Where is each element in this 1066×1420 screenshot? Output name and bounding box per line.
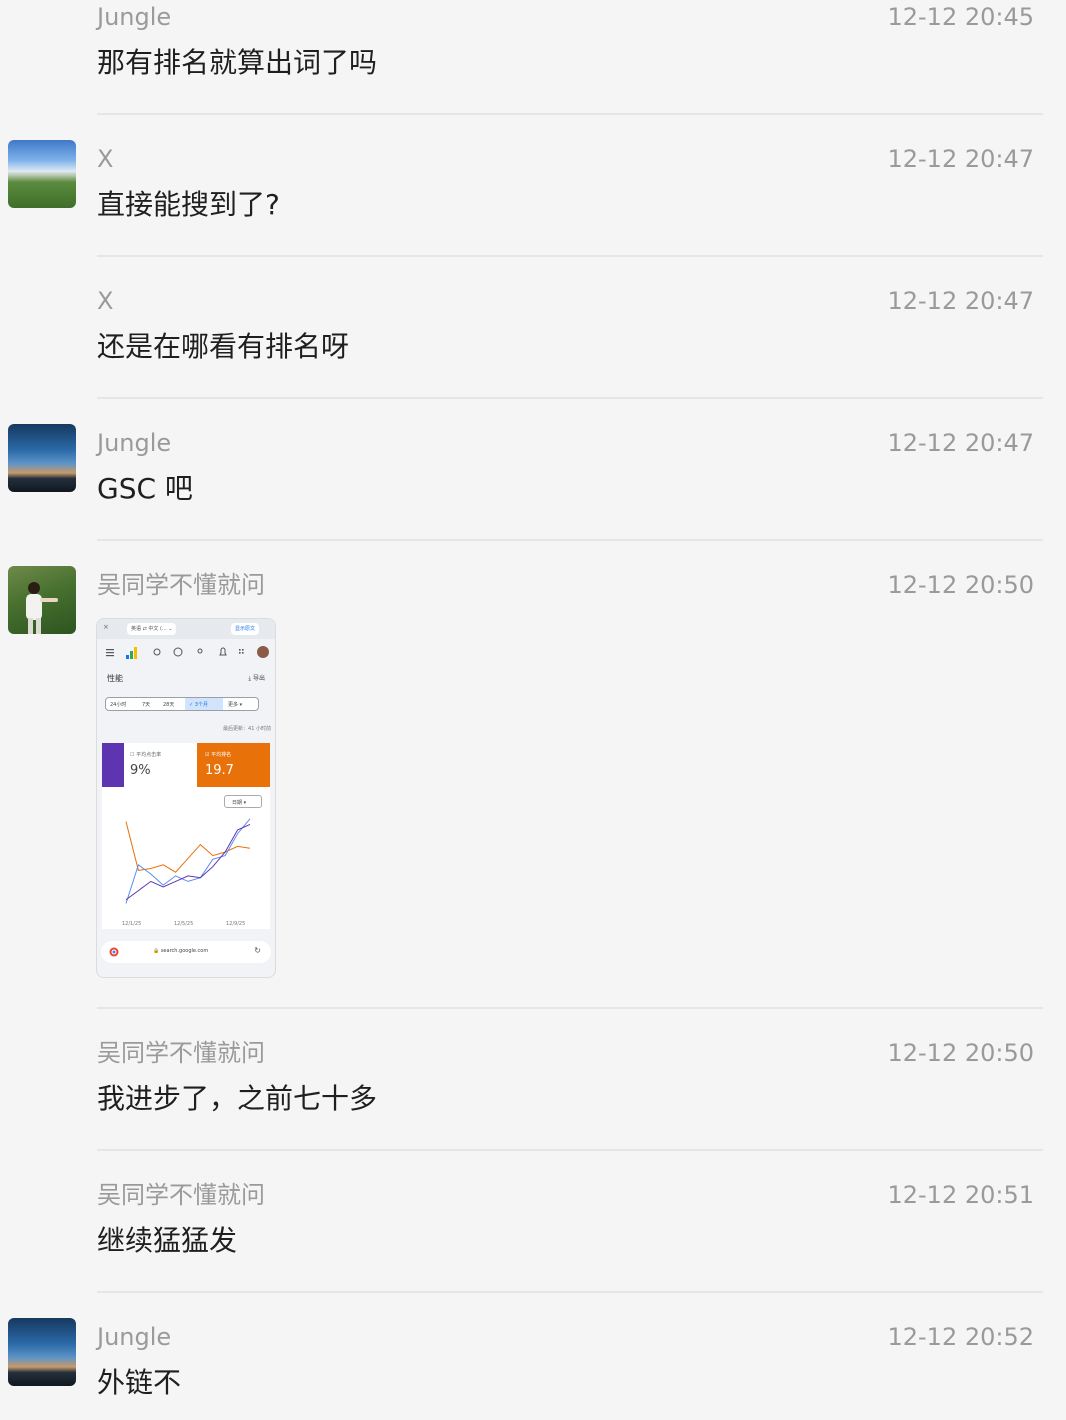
x-tick-label: 12/9/25 [226,921,245,927]
sender-name: 吴同学不懂就问 [97,1039,265,1067]
metric-card-ctr: ☐ 平均点击率 9% [102,743,196,787]
gsc-toolbar [97,641,275,665]
avatar[interactable] [8,1318,76,1386]
metric-color-bar [102,743,124,787]
sender-name: Jungle [97,3,172,31]
message-time: 12-12 20:47 [887,429,1034,457]
sender-name: Jungle [97,1323,172,1351]
search-icon [153,648,161,656]
divider [97,113,1043,115]
message-time: 12-12 20:45 [887,3,1034,31]
metric-card-position: ☑ 平均排名 19.7 [197,743,270,787]
divider [97,1291,1043,1293]
browser-tab-bar: × 英语 ⇄ 中文 (... ⌄ 显示原文 [97,619,275,639]
message-time: 12-12 20:50 [887,1039,1034,1067]
date-range-selector: 24小时 7天 28天 ✓ 3个月 更多 ▾ [105,697,259,711]
series-line-0 [125,821,251,873]
message-text: 我进步了，之前七十多 [97,1082,378,1115]
divider [97,255,1043,257]
range-7d: 7天 [142,702,151,708]
sender-name: Jungle [97,429,172,457]
message-time: 12-12 20:52 [887,1323,1034,1351]
x-tick-label: 12/1/25 [122,921,141,927]
last-updated: 最后更新：41 小时前 [223,726,271,732]
reload-icon: ↻ [254,946,261,955]
message-time: 12-12 20:51 [887,1181,1034,1209]
message-text: 还是在哪看有排名呀 [97,330,350,363]
download-icon: ⤓ [248,675,252,682]
range-more: 更多 ▾ [228,702,243,708]
show-original-button: 显示原文 [231,623,260,635]
chrome-logo-icon [109,947,119,957]
sender-name: 吴同学不懂就问 [97,571,265,599]
performance-chart: 12/1/25 12/5/25 12/9/25 [122,818,251,927]
bell-icon [219,647,227,656]
divider [97,539,1043,541]
sender-name: X [97,145,114,173]
users-icon [197,648,203,654]
close-icon: × [103,623,109,631]
divider [97,1007,1043,1009]
metric-label: ☑ 平均排名 [205,752,232,758]
message-text: 那有排名就算出词了吗 [97,46,378,79]
url-text: 🔒 search.google.com [153,948,209,954]
help-icon [173,647,183,657]
message-text: 直接能搜到了? [97,188,280,221]
message-text: GSC 吧 [97,472,193,505]
divider [97,397,1043,399]
message-text: 外链不 [97,1366,182,1399]
tab-language: 英语 ⇄ 中文 (... ⌄ [127,623,177,635]
metric-label: ☐ 平均点击率 [130,752,162,758]
gsc-logo-icon [126,647,137,659]
address-bar: 🔒 search.google.com ↻ [101,941,271,963]
page-title: 性能 [107,674,123,683]
avatar-icon [257,646,269,658]
sender-name: X [97,287,114,315]
range-28d: 28天 [163,702,175,708]
range-3m: ✓ 3个月 [185,698,223,710]
avatar[interactable] [8,140,76,208]
sender-name: 吴同学不懂就问 [97,1181,265,1209]
menu-icon [106,649,114,657]
message-time: 12-12 20:47 [887,145,1034,173]
series-line-1 [125,818,251,904]
x-tick-label: 12/5/25 [174,921,193,927]
granularity-dropdown: 日期 ▾ [224,795,262,808]
metric-value: 9% [130,763,151,778]
metric-value: 19.7 [205,763,234,778]
export-button: ⤓ 导出 [248,675,265,682]
apps-icon [239,649,244,654]
image-attachment[interactable]: × 英语 ⇄ 中文 (... ⌄ 显示原文 性能 ⤓ 导出 24小时 7天 28… [96,618,276,978]
avatar[interactable] [8,566,76,634]
avatar[interactable] [8,424,76,492]
message-time: 12-12 20:50 [887,571,1034,599]
performance-panel: ☐ 平均点击率 9% ☑ 平均排名 19.7 日期 ▾ 12/1/25 12/5… [102,743,270,929]
series-line-2 [125,823,251,901]
message-text: 继续猛猛发 [97,1224,238,1257]
message-time: 12-12 20:47 [887,287,1034,315]
range-24h: 24小时 [110,702,127,708]
divider [97,1149,1043,1151]
